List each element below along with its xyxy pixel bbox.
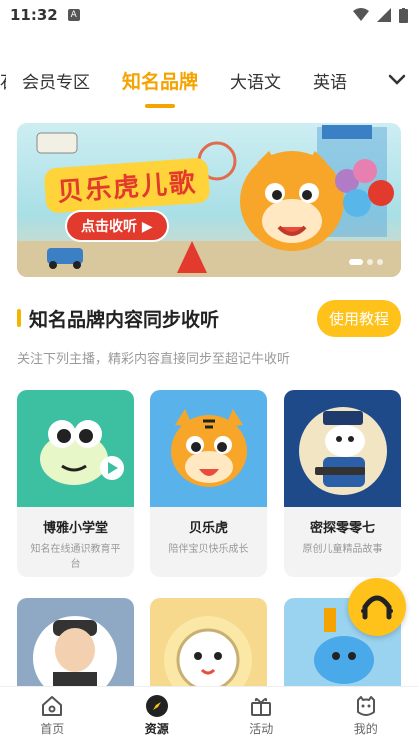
promo-banner[interactable]: 贝乐虎儿歌 点击收听 ▶: [17, 123, 401, 277]
section-header: 知名品牌内容同步收听 使用教程: [17, 299, 401, 337]
lion-mascot-icon: [164, 616, 252, 688]
tab-member-zone[interactable]: 会员专区: [6, 68, 106, 93]
brand-image-mitan: [284, 390, 401, 507]
home-icon: [42, 696, 63, 716]
brand-card-mitan[interactable]: 密探零零七 原创儿童精品故事: [284, 390, 401, 577]
section-title: 知名品牌内容同步收听: [29, 308, 220, 331]
notification-icon: A: [67, 9, 80, 21]
headphones-icon: [361, 595, 393, 620]
battery-icon: [399, 7, 408, 23]
tab-famous-brands[interactable]: 知名品牌: [106, 67, 214, 94]
brand-card-boya[interactable]: 博雅小学堂 知名在线通识教育平台: [17, 390, 134, 577]
banner-listen-button[interactable]: 点击收听 ▶: [65, 210, 169, 242]
nav-label: 首页: [40, 722, 65, 736]
tutorial-button[interactable]: 使用教程: [316, 299, 401, 337]
signal-icon: [377, 8, 391, 22]
tab-chinese[interactable]: 大语文: [214, 68, 297, 93]
chevron-down-icon[interactable]: [388, 74, 406, 86]
section-subtitle: 关注下列主播，精彩内容直接同步至超记牛收听: [17, 352, 291, 367]
detective-wolf-icon: [298, 406, 387, 495]
nav-mine[interactable]: 我的: [314, 687, 418, 744]
category-tabs: 石 会员专区 知名品牌 大语文 英语: [0, 56, 418, 104]
brand-name: 密探零零七: [309, 521, 375, 536]
nav-label: 我的: [353, 722, 378, 736]
banner-pager: [349, 259, 383, 265]
status-bar: 11:32 A: [0, 0, 418, 30]
profile-face-icon: [356, 696, 375, 716]
brand-card-beilehu[interactable]: 贝乐虎 陪伴宝贝快乐成长: [150, 390, 267, 577]
play-icon: ▶: [141, 219, 153, 235]
nav-activities[interactable]: 活动: [209, 687, 314, 744]
brand-image-beilehu: [150, 390, 267, 507]
brand-name: 博雅小学堂: [42, 521, 108, 536]
brand-desc: 知名在线通识教育平台: [30, 544, 121, 570]
tabs-expand[interactable]: [362, 56, 418, 104]
nav-home[interactable]: 首页: [0, 687, 105, 744]
pager-dot: [377, 259, 383, 265]
man-avatar-icon: [33, 616, 117, 688]
pager-dot: [367, 259, 373, 265]
nav-resources[interactable]: 资源: [105, 687, 210, 744]
pager-dot-active: [349, 259, 363, 265]
section-accent-bar: [17, 309, 21, 327]
brand-name: 贝乐虎: [188, 521, 228, 536]
floating-mascot-button[interactable]: [348, 578, 406, 636]
status-icons: [353, 7, 408, 23]
bottom-nav: 首页 资源 活动 我的: [0, 686, 418, 744]
brand-desc: 原创儿童精品故事: [302, 544, 383, 555]
gift-icon: [251, 697, 272, 716]
nav-label: 活动: [249, 722, 274, 736]
brand-card-row2-1[interactable]: [17, 598, 134, 688]
tab-english[interactable]: 英语: [297, 68, 363, 93]
banner-button-label: 点击收听: [81, 219, 137, 235]
brand-desc: 陪伴宝贝快乐成长: [168, 544, 249, 555]
snail-mascot-icon: [39, 419, 124, 485]
tiger-mascot-icon: [170, 408, 247, 487]
nav-label: 资源: [144, 722, 169, 736]
status-time: 11:32: [10, 6, 58, 24]
brand-card-row2-2[interactable]: [150, 598, 267, 688]
compass-icon: [145, 695, 168, 717]
brand-image-boya: [17, 390, 134, 507]
wifi-icon: [353, 8, 369, 21]
